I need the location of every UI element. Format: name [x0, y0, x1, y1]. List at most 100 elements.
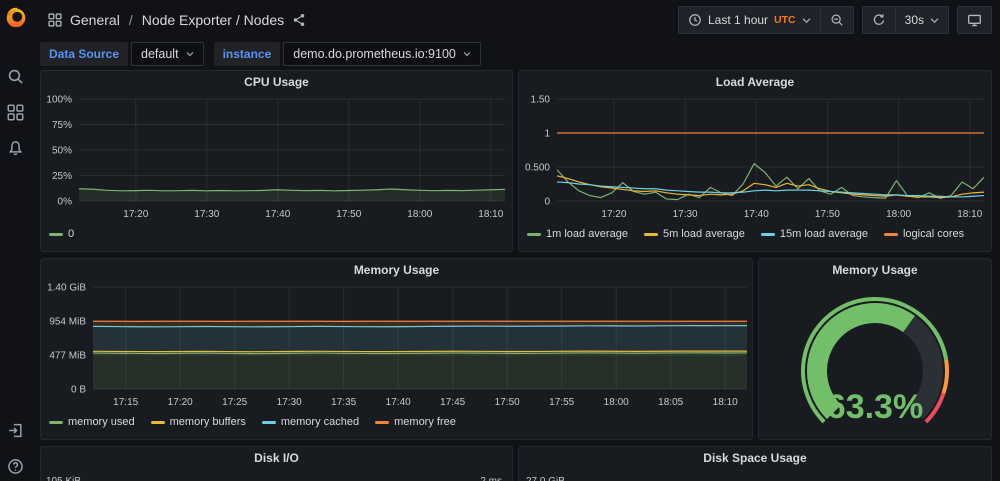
- svg-text:0.500: 0.500: [525, 163, 550, 174]
- panel-title[interactable]: Memory Usage: [41, 259, 752, 281]
- svg-text:18:10: 18:10: [478, 209, 503, 220]
- share-icon[interactable]: [292, 13, 306, 27]
- clock-icon: [688, 13, 702, 27]
- panel-memory-usage-gauge: Memory Usage 63.3%: [758, 258, 992, 440]
- cpu-usage-chart[interactable]: 17:20 17:30 17:40 17:50 18:00 18:10 0% 25% 50% 75…: [41, 93, 512, 225]
- svg-text:17:35: 17:35: [331, 397, 356, 408]
- refresh-interval-picker[interactable]: 30s: [896, 7, 948, 33]
- cycle-view-mode-button[interactable]: [958, 7, 991, 33]
- y-axis-label: 27.0 GiB: [526, 476, 565, 481]
- sidebar: [0, 0, 32, 481]
- dashboard-grid: CPU Usage 17:20 17:30 17:40 17:50 18:00 18:10…: [40, 70, 992, 481]
- legend-item[interactable]: 0: [49, 228, 74, 240]
- time-picker-group: Last 1 hour UTC: [678, 6, 854, 34]
- search-icon: [8, 69, 23, 84]
- help-circle-icon: [8, 458, 23, 474]
- kiosk-group: [957, 6, 992, 34]
- svg-text:17:25: 17:25: [222, 397, 247, 408]
- sidebar-item-dashboards[interactable]: [7, 103, 25, 121]
- instance-select[interactable]: demo.do.prometheus.io:9100: [283, 42, 481, 66]
- svg-text:17:30: 17:30: [194, 209, 219, 220]
- refresh-icon: [872, 13, 886, 27]
- panel-memory-usage-graph: Memory Usage 17:15 17:20 17:25 17:30 17:35 17…: [40, 258, 753, 440]
- svg-text:17:50: 17:50: [815, 209, 840, 220]
- memory-usage-gauge[interactable]: 63.3%: [759, 281, 991, 439]
- variable-instance: instance demo.do.prometheus.io:9100: [213, 42, 481, 66]
- legend-item[interactable]: 1m load average: [527, 228, 628, 240]
- svg-text:1.40 GiB: 1.40 GiB: [47, 283, 86, 294]
- chart-legend: 1m load average 5m load average 15m load a…: [519, 225, 991, 240]
- chevron-down-icon: [463, 51, 471, 57]
- svg-text:50%: 50%: [52, 146, 72, 157]
- sidebar-item-search[interactable]: [7, 67, 25, 85]
- legend-item[interactable]: 5m load average: [643, 228, 745, 240]
- legend-item[interactable]: 15m load average: [760, 228, 868, 240]
- svg-text:18:00: 18:00: [407, 209, 432, 220]
- sidebar-item-help[interactable]: [7, 457, 25, 475]
- svg-text:17:55: 17:55: [549, 397, 574, 408]
- panel-title[interactable]: CPU Usage: [41, 71, 512, 93]
- svg-text:17:40: 17:40: [744, 209, 769, 220]
- time-range-label: Last 1 hour: [708, 13, 769, 27]
- panel-cpu-usage: CPU Usage 17:20 17:30 17:40 17:50 18:00 18:10…: [40, 70, 513, 252]
- memory-usage-chart[interactable]: 17:15 17:20 17:25 17:30 17:35 17:40 17:45 17:50…: [41, 281, 752, 413]
- svg-text:18:05: 18:05: [658, 397, 683, 408]
- panel-title[interactable]: Disk Space Usage: [519, 447, 991, 469]
- datasource-select[interactable]: default: [131, 42, 204, 66]
- svg-text:477 MiB: 477 MiB: [49, 351, 86, 362]
- legend-item[interactable]: logical cores: [883, 228, 964, 240]
- svg-text:18:00: 18:00: [886, 209, 911, 220]
- dashboards-grid-icon: [7, 104, 24, 120]
- svg-text:17:50: 17:50: [336, 209, 361, 220]
- sidebar-item-sign-in[interactable]: [7, 421, 25, 439]
- dashboard-header: General / Node Exporter / Nodes Last 1 h…: [32, 0, 1000, 40]
- monitor-icon: [967, 13, 982, 28]
- refresh-button[interactable]: [863, 7, 895, 33]
- legend-item[interactable]: memory free: [375, 416, 456, 428]
- svg-text:17:20: 17:20: [168, 397, 193, 408]
- variable-datasource: Data Source default: [40, 42, 204, 66]
- y-axis-right-label: 2 ms: [480, 476, 502, 481]
- legend-item[interactable]: memory buffers: [150, 416, 246, 428]
- dashboards-grid-icon: [48, 13, 62, 27]
- svg-text:17:45: 17:45: [440, 397, 465, 408]
- timezone-label: UTC: [774, 14, 796, 26]
- y-axis-label: 105 KiB: [46, 476, 81, 481]
- variable-label: Data Source: [40, 42, 129, 66]
- legend-item[interactable]: memory cached: [261, 416, 359, 428]
- svg-text:18:10: 18:10: [957, 209, 982, 220]
- bell-icon: [8, 140, 23, 155]
- header-controls: Last 1 hour UTC 30s: [678, 6, 992, 34]
- grafana-logo[interactable]: [4, 5, 28, 29]
- legend-item[interactable]: memory used: [49, 416, 135, 428]
- panel-title[interactable]: Load Average: [519, 71, 991, 93]
- svg-text:0: 0: [544, 197, 550, 208]
- svg-text:75%: 75%: [52, 120, 72, 131]
- svg-text:18:00: 18:00: [604, 397, 629, 408]
- panel-title[interactable]: Disk I/O: [41, 447, 512, 469]
- svg-text:100%: 100%: [46, 95, 72, 106]
- time-range-picker[interactable]: Last 1 hour UTC: [679, 7, 820, 33]
- svg-text:17:50: 17:50: [495, 397, 520, 408]
- sign-in-icon: [9, 423, 22, 437]
- svg-text:0 B: 0 B: [71, 385, 86, 396]
- load-average-chart[interactable]: 17:20 17:30 17:40 17:50 18:00 18:10 0 0.500 1 1.5…: [519, 93, 991, 225]
- breadcrumb-folder[interactable]: General: [70, 12, 120, 28]
- sidebar-item-alerting[interactable]: [7, 139, 25, 157]
- chevron-down-icon: [802, 17, 811, 24]
- chart-legend: 0: [41, 225, 512, 240]
- zoom-out-time-button[interactable]: [821, 7, 853, 33]
- dashboard-variables: Data Source default instance demo.do.pro…: [40, 42, 481, 66]
- chart-legend: memory used memory buffers memory cached me…: [41, 413, 752, 428]
- svg-text:17:30: 17:30: [673, 209, 698, 220]
- svg-text:1.50: 1.50: [531, 95, 551, 106]
- zoom-out-icon: [830, 13, 844, 27]
- panel-title[interactable]: Memory Usage: [759, 259, 991, 281]
- refresh-group: 30s: [861, 6, 949, 34]
- panel-disk-space-usage: Disk Space Usage 27.0 GiB: [518, 446, 992, 481]
- breadcrumb: General / Node Exporter / Nodes: [48, 12, 306, 28]
- breadcrumb-dashboard[interactable]: Node Exporter / Nodes: [142, 12, 284, 28]
- svg-text:25%: 25%: [52, 171, 72, 182]
- svg-text:17:40: 17:40: [265, 209, 290, 220]
- svg-text:17:20: 17:20: [601, 209, 626, 220]
